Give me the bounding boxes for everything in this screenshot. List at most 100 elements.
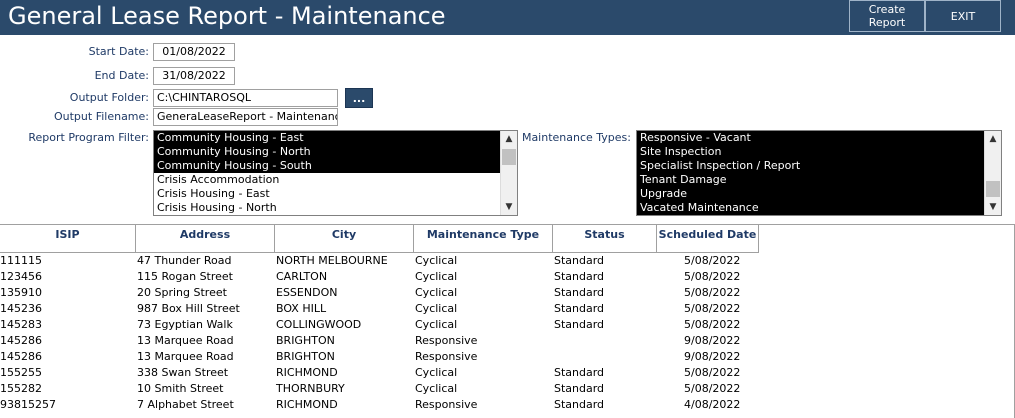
title-bar: General Lease Report - Maintenance Creat… — [0, 0, 1015, 35]
maintenance-types-scrollbar[interactable]: ▲ ▼ — [984, 131, 1001, 215]
address-cell: 73 Egyptian Walk — [137, 318, 233, 331]
scheduled-date-cell: 5/08/2022 — [684, 270, 741, 283]
results-grid[interactable]: ISIP Address City Maintenance Type Statu… — [0, 224, 1015, 418]
maintenance-type-cell: Responsive — [415, 334, 478, 347]
status-cell: Standard — [554, 382, 605, 395]
isip-cell: 93815257 — [0, 398, 56, 411]
list-item[interactable]: Crisis Housing - North — [154, 201, 517, 215]
isip-cell: 145236 — [0, 302, 42, 315]
status-cell: Standard — [554, 270, 605, 283]
city-cell: COLLINGWOOD — [276, 318, 362, 331]
table-row[interactable]: 135910 20 Spring Street ESSENDON Cyclical St… — [0, 285, 760, 301]
status-cell: Standard — [554, 286, 605, 299]
program-filter-scrollbar[interactable]: ▲ ▼ — [500, 131, 517, 215]
table-row[interactable]: 145286 13 Marquee Road BRIGHTON Responsive 9… — [0, 333, 760, 349]
city-cell: NORTH MELBOURNE — [276, 254, 388, 267]
table-row[interactable]: 145236 987 Box Hill Street BOX HILL Cyclica… — [0, 301, 760, 317]
scroll-up-icon[interactable]: ▲ — [501, 131, 517, 147]
column-header-address[interactable]: Address — [136, 225, 275, 253]
scroll-down-icon[interactable]: ▼ — [985, 199, 1001, 215]
isip-cell: 155282 — [0, 382, 42, 395]
table-row[interactable]: 155255 338 Swan Street RICHMOND Cyclical Sta… — [0, 365, 760, 381]
list-item[interactable]: Crisis Housing - East — [154, 187, 517, 201]
scroll-thumb[interactable] — [986, 181, 1000, 197]
address-cell: 47 Thunder Road — [137, 254, 232, 267]
table-row[interactable]: 93815257 7 Alphabet Street RICHMOND Respons… — [0, 397, 760, 413]
table-row[interactable]: 111115 47 Thunder Road NORTH MELBOURNE Cycl… — [0, 253, 760, 269]
address-cell: 20 Spring Street — [137, 286, 227, 299]
list-item[interactable]: Responsive - Vacant — [637, 131, 1001, 145]
table-row[interactable]: 155282 10 Smith Street THORNBURY Cyclical St… — [0, 381, 760, 397]
address-cell: 13 Marquee Road — [137, 350, 234, 363]
address-cell: 10 Smith Street — [137, 382, 224, 395]
output-folder-field[interactable]: C:\CHINTAROSQL — [153, 89, 338, 107]
city-cell: BRIGHTON — [276, 334, 335, 347]
isip-cell: 123456 — [0, 270, 42, 283]
scheduled-date-cell: 9/08/2022 — [684, 350, 741, 363]
output-filename-label: Output Filename: — [53, 110, 149, 123]
maintenance-type-cell: Cyclical — [415, 286, 458, 299]
scroll-down-icon[interactable]: ▼ — [501, 199, 517, 215]
scheduled-date-cell: 5/08/2022 — [684, 302, 741, 315]
column-header-city[interactable]: City — [275, 225, 414, 253]
page-title: General Lease Report - Maintenance — [8, 2, 446, 30]
address-cell: 13 Marquee Road — [137, 334, 234, 347]
maintenance-type-cell: Cyclical — [415, 254, 458, 267]
address-cell: 7 Alphabet Street — [137, 398, 234, 411]
isip-cell: 145283 — [0, 318, 42, 331]
table-row[interactable]: 145283 73 Egyptian Walk COLLINGWOOD Cyclica… — [0, 317, 760, 333]
list-item[interactable]: Community Housing - East — [154, 131, 517, 145]
address-cell: 987 Box Hill Street — [137, 302, 240, 315]
city-cell: CARLTON — [276, 270, 328, 283]
program-filter-label: Report Program Filter: — [28, 131, 149, 144]
scroll-thumb[interactable] — [502, 149, 516, 165]
start-date-field[interactable]: 01/08/2022 — [153, 43, 235, 61]
city-cell: BOX HILL — [276, 302, 327, 315]
list-item[interactable]: Community Housing - North — [154, 145, 517, 159]
exit-button[interactable]: EXIT — [925, 0, 1001, 32]
output-filename-field[interactable]: GeneraLeaseReport - Maintenance — [153, 108, 338, 126]
browse-folder-button[interactable]: ... — [345, 88, 373, 108]
scheduled-date-cell: 5/08/2022 — [684, 366, 741, 379]
program-filter-list[interactable]: Community Housing - East Community Housin… — [153, 130, 518, 216]
list-item[interactable]: Specialist Inspection / Report — [637, 159, 1001, 173]
isip-cell: 145286 — [0, 350, 42, 363]
output-folder-label: Output Folder: — [69, 91, 149, 104]
column-header-status[interactable]: Status — [553, 225, 657, 253]
scheduled-date-cell: 5/08/2022 — [684, 318, 741, 331]
list-item[interactable]: Vacated Maintenance — [637, 201, 1001, 215]
city-cell: THORNBURY — [276, 382, 345, 395]
address-cell: 115 Rogan Street — [137, 270, 233, 283]
create-report-button[interactable]: Create Report — [849, 0, 925, 32]
status-cell: Standard — [554, 254, 605, 267]
maintenance-type-cell: Cyclical — [415, 270, 458, 283]
column-header-maintenance-type[interactable]: Maintenance Type — [414, 225, 553, 253]
scroll-up-icon[interactable]: ▲ — [985, 131, 1001, 147]
city-cell: RICHMOND — [276, 398, 338, 411]
list-item[interactable]: Tenant Damage — [637, 173, 1001, 187]
table-row[interactable]: 145286 13 Marquee Road BRIGHTON Responsive 9… — [0, 349, 760, 365]
city-cell: RICHMOND — [276, 366, 338, 379]
maintenance-types-list[interactable]: Responsive - Vacant Site Inspection Specia… — [636, 130, 1002, 216]
scheduled-date-cell: 5/08/2022 — [684, 382, 741, 395]
scheduled-date-cell: 5/08/2022 — [684, 254, 741, 267]
end-date-label: End Date: — [94, 69, 149, 82]
maintenance-type-cell: Responsive — [415, 398, 478, 411]
maintenance-type-cell: Responsive — [415, 350, 478, 363]
status-cell: Standard — [554, 366, 605, 379]
scheduled-date-cell: 4/08/2022 — [684, 398, 741, 411]
list-item[interactable]: Crisis Accommodation — [154, 173, 517, 187]
column-header-scheduled-date[interactable]: Scheduled Date — [657, 225, 759, 253]
list-item[interactable]: Site Inspection — [637, 145, 1001, 159]
list-item[interactable]: Upgrade — [637, 187, 1001, 201]
isip-cell: 145286 — [0, 334, 42, 347]
maintenance-types-label: Maintenance Types: — [521, 131, 631, 144]
address-cell: 338 Swan Street — [137, 366, 229, 379]
scheduled-date-cell: 9/08/2022 — [684, 334, 741, 347]
list-item[interactable]: Community Housing - South — [154, 159, 517, 173]
table-row[interactable]: 123456 115 Rogan Street CARLTON Cyclical Sta… — [0, 269, 760, 285]
maintenance-type-cell: Cyclical — [415, 302, 458, 315]
maintenance-type-cell: Cyclical — [415, 382, 458, 395]
column-header-isip[interactable]: ISIP — [0, 225, 136, 253]
end-date-field[interactable]: 31/08/2022 — [153, 67, 235, 85]
